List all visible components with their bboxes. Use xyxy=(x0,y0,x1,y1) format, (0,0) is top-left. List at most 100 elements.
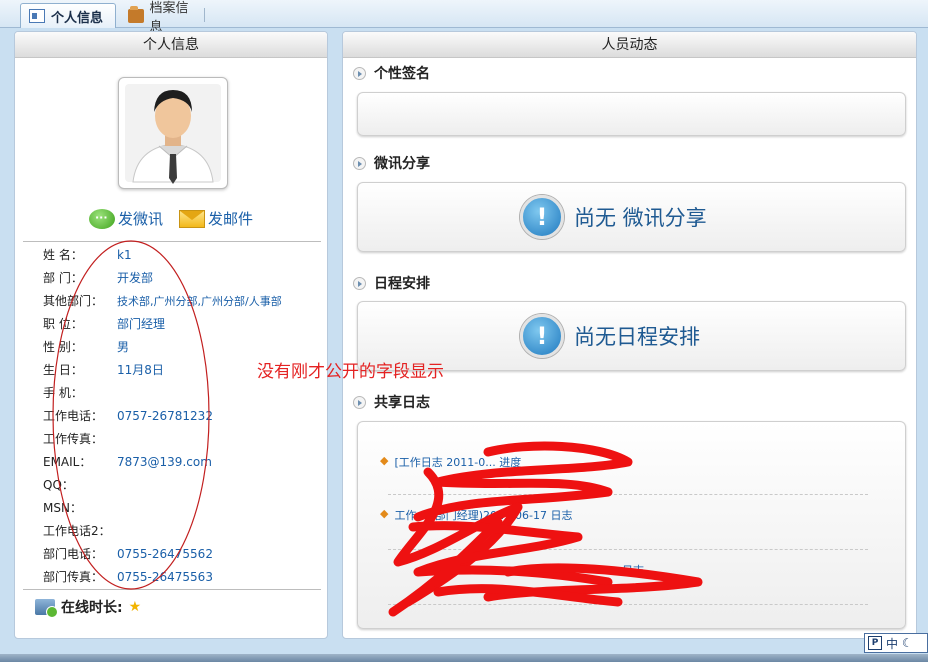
section-label: 共享日志 xyxy=(374,395,430,411)
personal-info-panel: 个人信息 发微讯 发邮件 姓 名： k1 部 门： 开发部 其他部门： 技术部,广州分… xyxy=(14,31,328,639)
log-text: ... 日志 xyxy=(608,564,644,577)
field-value: 0755-26475562 xyxy=(117,546,213,561)
field-label: QQ： xyxy=(43,478,74,492)
field-value: 0755-26475563 xyxy=(117,569,213,584)
info-row-other-departments: 其他部门： 技术部,广州分部,广州分部/人事部 xyxy=(43,289,323,312)
field-value: 0757-26781232 xyxy=(117,408,213,423)
section-label: 个性签名 xyxy=(374,66,430,82)
taskbar xyxy=(0,654,928,662)
info-list: 姓 名： k1 部 门： 开发部 其他部门： 技术部,广州分部,广州分部/人事部 职 … xyxy=(43,243,323,588)
weibo-section-title[interactable]: 微讯分享 xyxy=(353,153,430,173)
field-label: 其他部门： xyxy=(43,294,104,308)
field-label: 姓 名： xyxy=(43,248,83,262)
empty-text: 尚无 微讯分享 xyxy=(574,206,707,230)
field-label: 部 门： xyxy=(43,271,83,285)
schedule-empty-message: ! 尚无日程安排 xyxy=(520,314,700,358)
log-text: 工作... (部门经理)2011-06-17 日志 xyxy=(394,509,573,522)
info-row-work-phone: 工作电话： 0757-26781232 xyxy=(43,404,323,427)
send-weibo-label: 发微讯 xyxy=(118,210,164,228)
field-value: 技术部,广州分部,广州分部/人事部 xyxy=(117,294,282,308)
expand-arrow-icon xyxy=(353,395,366,409)
ime-mode: 中 xyxy=(886,636,899,651)
field-label: 部门传真： xyxy=(43,570,104,584)
log-item[interactable]: ... 日志 xyxy=(608,562,644,578)
field-label: 工作传真： xyxy=(43,432,104,446)
log-text: [工作日志 2011-0... 进度 xyxy=(394,456,522,469)
panel-title: 人员动态 xyxy=(343,32,916,58)
bullet-icon: ◆ xyxy=(380,507,389,520)
log-section-title[interactable]: 共享日志 xyxy=(353,392,430,412)
panel-title: 个人信息 xyxy=(15,32,327,58)
field-value: 男 xyxy=(117,340,130,354)
tab-label: 档案信息 xyxy=(149,0,189,35)
info-row-name: 姓 名： k1 xyxy=(43,243,323,266)
field-value: k1 xyxy=(117,247,132,262)
info-row-mobile: 手 机： xyxy=(43,381,323,404)
field-label: 性 别： xyxy=(43,340,83,354)
info-row-position: 职 位： 部门经理 xyxy=(43,312,323,335)
ime-indicator[interactable]: P 中 ☾ xyxy=(864,633,928,653)
field-label: 手 机： xyxy=(43,386,83,400)
signature-section-title[interactable]: 个性签名 xyxy=(353,63,430,83)
field-label: 部门电话： xyxy=(43,547,104,561)
chat-bubble-icon xyxy=(89,208,115,229)
field-label: 职 位： xyxy=(43,317,83,331)
info-row-qq: QQ： xyxy=(43,473,323,496)
info-row-dept-phone: 部门电话： 0755-26475562 xyxy=(43,542,323,565)
log-divider xyxy=(388,549,868,550)
avatar[interactable] xyxy=(118,77,228,189)
tab-bar: 个人信息 档案信息 xyxy=(0,0,928,35)
ime-logo-icon: P xyxy=(868,636,882,650)
annotation-note: 没有刚才公开的字段显示 xyxy=(257,362,444,382)
email-link[interactable]: 7873@139.com xyxy=(117,455,212,469)
info-row-gender: 性 别： 男 xyxy=(43,335,323,358)
log-item[interactable]: ◆ 工作... (部门经理)2011-06-17 日志 xyxy=(380,507,572,523)
online-duration: 在线时长: ★ xyxy=(35,597,142,618)
section-label: 日程安排 xyxy=(374,276,430,292)
section-label: 微讯分享 xyxy=(374,156,430,172)
activity-panel: 人员动态 个性签名 微讯分享 ! 尚无 微讯分享 日程安排 ! 尚无日程安排 共… xyxy=(342,31,917,639)
field-value: 11月8日 xyxy=(117,363,164,377)
tab-label: 个人信息 xyxy=(51,10,104,26)
id-card-icon xyxy=(29,9,45,23)
tab-archive-info[interactable]: 档案信息 xyxy=(120,1,208,35)
expand-arrow-icon xyxy=(353,276,366,290)
moon-icon: ☾ xyxy=(902,636,913,650)
info-row-department: 部 门： 开发部 xyxy=(43,266,323,289)
empty-text: 尚无日程安排 xyxy=(574,325,700,349)
log-divider xyxy=(388,604,868,605)
folder-icon xyxy=(128,5,144,23)
field-label: 工作电话2： xyxy=(43,524,111,538)
info-row-work-fax: 工作传真： xyxy=(43,427,323,450)
star-icon: ★ xyxy=(128,599,142,615)
contact-actions: 发微讯 发邮件 xyxy=(89,208,253,229)
field-label: MSN： xyxy=(43,501,82,515)
send-email-label: 发邮件 xyxy=(208,210,254,228)
field-value: 开发部 xyxy=(117,271,154,285)
log-item[interactable]: ◆ [工作日志 2011-0... 进度 xyxy=(380,454,521,470)
online-status-icon xyxy=(35,599,58,618)
schedule-section-title[interactable]: 日程安排 xyxy=(353,273,430,293)
divider xyxy=(23,589,321,590)
tab-personal-info[interactable]: 个人信息 xyxy=(20,3,116,28)
divider xyxy=(23,241,321,242)
field-value: 部门经理 xyxy=(117,317,166,331)
info-row-work-phone2: 工作电话2： xyxy=(43,519,323,542)
expand-arrow-icon xyxy=(353,66,366,80)
log-divider xyxy=(388,494,868,495)
info-alert-icon: ! xyxy=(520,195,564,239)
field-label: 生 日： xyxy=(43,363,83,377)
online-label: 在线时长: xyxy=(61,600,123,616)
shared-log-box: ◆ [工作日志 2011-0... 进度 ◆ 工作... (部门经理)2011-06… xyxy=(357,421,906,629)
bullet-icon: ◆ xyxy=(380,454,389,467)
info-row-dept-fax: 部门传真： 0755-26475563 xyxy=(43,565,323,588)
weibo-box: ! 尚无 微讯分享 xyxy=(357,182,906,252)
send-weibo-button[interactable]: 发微讯 xyxy=(89,208,163,229)
field-label: EMAIL： xyxy=(43,455,92,469)
weibo-empty-message: ! 尚无 微讯分享 xyxy=(520,195,707,239)
info-row-email: EMAIL： 7873@139.com xyxy=(43,450,323,473)
info-row-msn: MSN： xyxy=(43,496,323,519)
envelope-icon xyxy=(179,209,206,228)
tab-divider xyxy=(204,8,205,22)
send-email-button[interactable]: 发邮件 xyxy=(179,208,253,229)
